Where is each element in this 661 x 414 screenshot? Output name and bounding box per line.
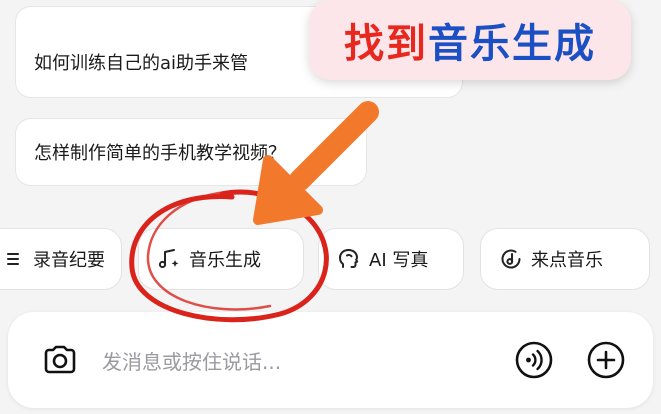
plus-circle-icon [587, 341, 625, 379]
annotation-banner: 找到 音乐生成 [309, 0, 631, 80]
message-input-bar: 发消息或按住说话... [8, 312, 653, 408]
chip-recording-summary[interactable]: 录音纪要 [0, 228, 122, 290]
chip-label: 录音纪要 [33, 250, 105, 271]
suggestion-text: 如何训练自己的ai助手来管 [34, 53, 249, 74]
banner-highlight: 音乐生成 [428, 21, 596, 67]
banner-prefix: 找到 [344, 21, 428, 67]
music-disc-icon [499, 247, 523, 271]
voice-button[interactable] [513, 339, 555, 381]
camera-icon[interactable] [38, 338, 82, 382]
chip-label: 来点音乐 [531, 250, 603, 271]
chip-play-music[interactable]: 来点音乐 [480, 228, 650, 290]
suggestion-text: 怎样制作简单的手机教学视频？ [34, 143, 286, 164]
chip-label: 音乐生成 [189, 250, 261, 271]
message-input[interactable]: 发消息或按住说话... [102, 346, 483, 375]
chip-music-generation[interactable]: 音乐生成 [138, 228, 304, 290]
voice-wave-icon [515, 341, 553, 379]
music-note-icon [157, 247, 181, 271]
add-button[interactable] [585, 339, 627, 381]
chip-label: AI 写真 [369, 250, 429, 271]
suggestion-card[interactable]: 怎样制作简单的手机教学视频？ [15, 118, 367, 186]
portrait-icon [337, 247, 361, 271]
list-icon [1, 247, 25, 271]
chip-ai-portrait[interactable]: AI 写真 [318, 228, 464, 290]
